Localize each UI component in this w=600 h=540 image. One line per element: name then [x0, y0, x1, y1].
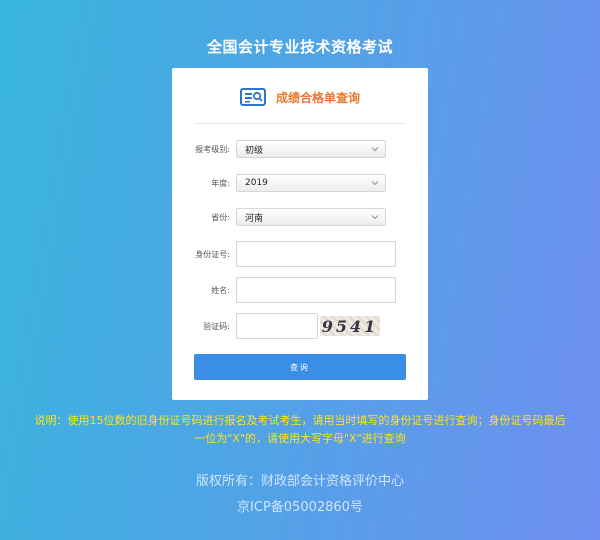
copyright-text: 版权所有：财政部会计资格评价中心 — [195, 474, 404, 489]
level-label: 报考级别: — [195, 144, 230, 154]
instructions-note: 说明：使用15位数的旧身份证号码进行报名及考试考生，请用当时填写的身份证号进行查… — [0, 412, 600, 448]
captcha-image[interactable]: 9541 — [320, 316, 380, 336]
chevron-down-icon — [371, 147, 379, 152]
card-heading: 成绩合格单查询 — [275, 90, 360, 105]
province-label: 省份: — [211, 212, 230, 222]
year-row: 年度: 2019 — [172, 168, 428, 198]
id-number-label: 身份证号: — [195, 249, 230, 259]
province-value: 河南 — [245, 213, 264, 224]
level-select[interactable]: 初级 — [236, 140, 386, 158]
level-row: 报考级别: 初级 — [172, 134, 428, 164]
document-search-icon — [239, 88, 266, 106]
page-title: 全国会计专业技术资格考试 — [206, 38, 393, 56]
note-line-2: 一位为"X"的，请使用大写字母"X"进行查询 — [194, 432, 406, 445]
query-card: 成绩合格单查询 报考级别: 初级 年度: 2019 省份: 河南 身份证号: 姓… — [172, 68, 428, 400]
province-row: 省份: 河南 — [172, 202, 428, 232]
note-line-1: 说明：使用15位数的旧身份证号码进行报名及考试考生，请用当时填写的身份证号进行查… — [34, 414, 566, 427]
level-value: 初级 — [245, 145, 264, 156]
divider — [194, 123, 406, 124]
chevron-down-icon — [371, 215, 379, 220]
captcha-input[interactable] — [236, 313, 318, 339]
name-label: 姓名: — [211, 285, 230, 295]
year-select[interactable]: 2019 — [236, 174, 386, 192]
icp-text: 京ICP备05002860号 — [237, 500, 363, 515]
card-header: 成绩合格单查询 — [172, 84, 428, 110]
year-label: 年度: — [211, 178, 230, 188]
name-input[interactable] — [236, 277, 396, 303]
name-row: 姓名: — [172, 275, 428, 305]
captcha-label: 验证码: — [203, 321, 230, 331]
year-value: 2019 — [245, 178, 268, 188]
query-button[interactable]: 查询 — [194, 354, 406, 380]
province-select[interactable]: 河南 — [236, 208, 386, 226]
id-number-row: 身份证号: — [172, 239, 428, 269]
captcha-row: 验证码: 9541 — [172, 311, 428, 341]
id-number-input[interactable] — [236, 241, 396, 267]
chevron-down-icon — [371, 181, 379, 186]
